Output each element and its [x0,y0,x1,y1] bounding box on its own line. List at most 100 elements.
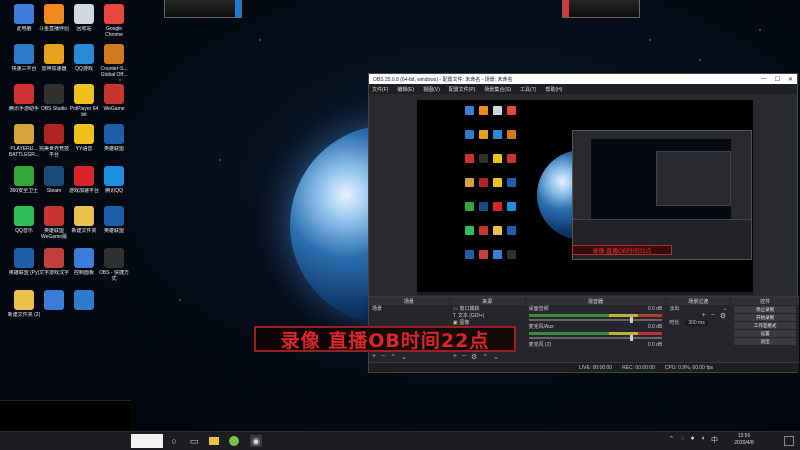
remove-icon[interactable]: − [462,353,466,361]
desktop-icon[interactable]: 英雄联盟 [98,124,130,152]
qqgame-icon [74,44,94,64]
mixer-track-name: 麦克风/Aux 0.0 dB [528,323,663,331]
add-icon[interactable]: + [372,353,376,361]
desktop-icon[interactable]: 雷神加速器 [38,44,70,72]
taskbar-clock[interactable]: 13:56 2020/4/8 [722,433,766,447]
chevron-up-icon[interactable]: ⌃ [668,435,674,445]
controls-dock-title: 控件 [731,297,799,305]
gear-icon[interactable]: ⚙ [720,312,726,320]
add-icon[interactable]: + [453,353,457,361]
menu-item[interactable]: 配置文件(P) [449,86,476,93]
start-recording-button[interactable]: 开始录制 [734,314,796,321]
desktop-icon-label: 斗鱼直播伴侣 [38,26,69,32]
desktop-icon[interactable]: 此电脑 [8,4,40,32]
obs-preview[interactable]: 录像 直播OB时间22点 [417,100,753,292]
sources-toolbar: + − ⚙ ⌃ ⌄ [453,353,499,361]
preview-mini-icon [479,178,488,187]
file-explorer-icon[interactable] [208,435,220,447]
minimize-icon[interactable]: — [761,76,767,83]
preview-mini-icon [465,202,474,211]
obs-taskbar-icon[interactable]: ◉ [250,435,262,447]
menu-item[interactable]: 工具(T) [520,86,536,93]
volume-slider[interactable] [528,317,663,323]
desktop-icon[interactable]: 斗鱼直播伴侣 [38,4,70,32]
move-up-icon[interactable]: ⌃ [390,353,396,361]
desktop-icon[interactable]: PLAYERU... BATTLEGR... [8,124,40,158]
menu-item[interactable]: 文件(F) [372,86,388,93]
desktop-icon[interactable]: 回收站 [68,4,100,32]
desktop-icon[interactable]: 文字游戏汉字 [38,248,70,276]
desktop-icon[interactable]: 快速三平台 [8,44,40,72]
desktop-icon-label: YY语音 [75,146,93,152]
source-item[interactable]: T 文本 (GDI+) [450,312,525,320]
desktop-icon-label: 英雄联盟WeGame版 [40,228,68,240]
desktop-icon[interactable]: Steam [38,166,70,194]
move-down-icon[interactable]: ⌄ [401,353,407,361]
computer-icon [14,4,34,24]
gear-icon[interactable]: ⚙ [471,353,477,361]
desktop-icon-label: 英雄联盟 (Py) [8,270,40,276]
preview-mini-icon [507,202,516,211]
desktop-icon[interactable]: 新建文件夹 [68,206,100,234]
task-view-icon[interactable]: ▭ [188,435,200,447]
move-up-icon[interactable]: ⌃ [482,353,488,361]
desktop-icon[interactable]: OBS - 快捷方式 [98,248,130,282]
desktop-icon[interactable]: WeGame [98,84,130,112]
desktop-icon[interactable]: 腾讯QQ [98,166,130,194]
taskbar-search-box[interactable] [131,434,163,448]
notification-icon[interactable] [784,436,794,446]
network-icon[interactable]: ◌ [680,435,684,445]
desktop-icon-label: 英雄联盟 [103,146,124,152]
desktop-icon[interactable]: 360安全卫士 [8,166,40,194]
desktop-icon-label: 360安全卫士 [9,188,39,194]
add-icon[interactable]: + [702,312,706,319]
desktop-icon[interactable] [68,290,100,312]
desktop-icon[interactable]: Counter-S... Global Off... [98,44,130,78]
desktop-icon[interactable]: Google Chrome [98,4,130,38]
app-icon[interactable] [228,435,240,447]
input-method-icon[interactable]: 中 [711,435,718,445]
menu-item[interactable]: 编辑(E) [397,86,414,93]
menu-item[interactable]: 场景集合(S) [484,86,511,93]
desktop-icon[interactable]: OBS Studio [38,84,70,112]
obs-titlebar[interactable]: OBS 25.0.8 (64-bit, windows) - 配置文件: 未命名… [369,74,797,84]
qq-icon [104,166,124,186]
mixer-track-name: 桌面音频 0.0 dB [528,305,663,313]
desktop-icon[interactable] [38,290,70,312]
volume-icon[interactable]: ◖ [701,435,705,445]
search-icon[interactable]: ○ [168,435,180,447]
app-tray-icon[interactable]: ● [691,435,695,445]
scene-transitions-dock: 场景过渡 淡出 ⌄ + − ⚙ 时长 300 ms [666,296,731,363]
desktop-icon[interactable]: 完美世界竞技平台 [38,124,70,158]
menu-item[interactable]: 视图(V) [423,86,440,93]
desktop-icon-label: 回收站 [76,26,92,32]
recycle-bin-icon [74,4,94,24]
desktop-icon[interactable]: 腾讯手游助手 [8,84,40,112]
duration-field[interactable]: 时长 300 ms [666,319,730,326]
maximize-icon[interactable]: ☐ [775,76,780,83]
exit-button[interactable]: 退出 [734,338,796,345]
remove-icon[interactable]: − [381,353,385,361]
settings-button[interactable]: 设置 [734,330,796,337]
desktop-icon[interactable]: QQ游戏 [68,44,100,72]
volume-slider[interactable] [528,335,663,341]
desktop-icon[interactable]: QQ音乐 [8,206,40,234]
desktop-icon[interactable]: 游戏加速平台 [68,166,100,194]
desktop-icon[interactable]: 控制面板 [68,248,100,276]
csgo-icon [104,44,124,64]
desktop-icon[interactable]: PotPlayer 64 bit [68,84,100,118]
source-item[interactable]: ▭ 窗口捕获 [450,305,525,313]
desktop-icon[interactable]: YY语音 [68,124,100,152]
remove-icon[interactable]: − [711,312,715,319]
studio-mode-button[interactable]: 工作室模式 [734,322,796,329]
desktop-icon[interactable]: 英雄联盟 (Py) [8,248,40,276]
desktop-icon[interactable]: 英雄联盟 [98,206,130,234]
desktop-icon[interactable]: 英雄联盟WeGame版 [38,206,70,240]
scene-item[interactable]: 场景 [369,305,449,312]
stop-recording-button[interactable]: 停止录制 [734,306,796,313]
close-icon[interactable]: ✕ [788,76,793,83]
menu-item[interactable]: 帮助(H) [545,86,562,93]
move-down-icon[interactable]: ⌄ [493,353,499,361]
desktop-icon[interactable]: 新建文件夹 (2) [8,290,40,318]
preview-mini-icon [465,250,474,259]
